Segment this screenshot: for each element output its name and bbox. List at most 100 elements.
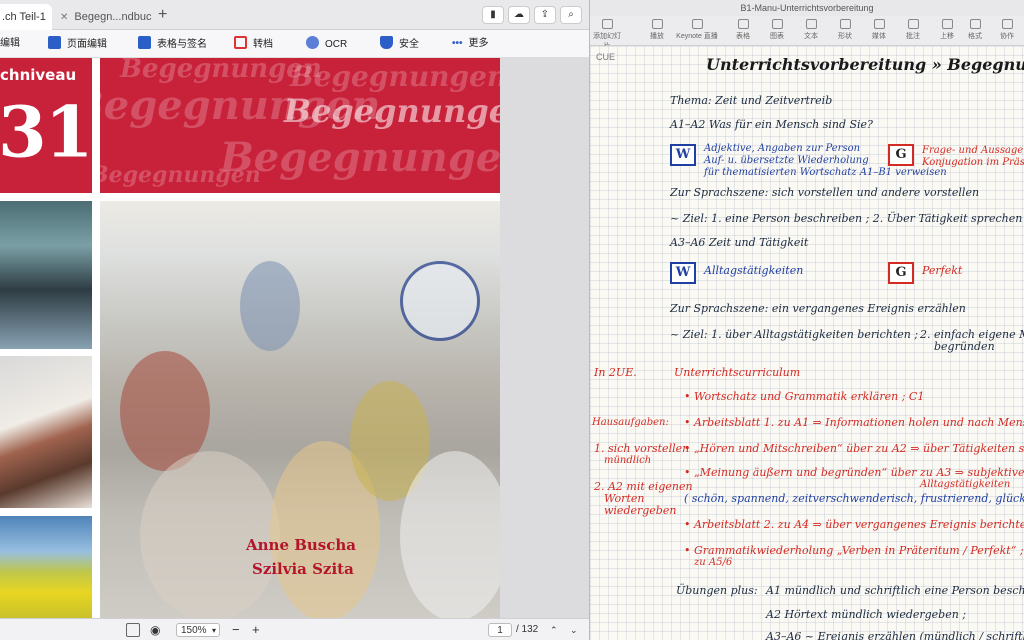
chevron-down-icon: ▾ [211, 626, 216, 635]
page-edit-label: 页面编辑 [67, 39, 107, 50]
play-button[interactable]: 播放 [640, 16, 674, 46]
notes-line: ~ Ziel: 1. eine Person beschreiben ; 2. … [670, 212, 1023, 225]
checkbox-icon [138, 36, 151, 49]
text-icon [805, 19, 817, 29]
notes-line: Alltagstätigkeiten [704, 264, 804, 277]
cover-title-banner: Begegnungen Begegnungen Begegnungen Bege… [100, 58, 500, 193]
edit-button[interactable]: 编辑 [0, 36, 20, 52]
page-edit-button[interactable]: 页面编辑 [48, 36, 107, 52]
pharmacy-sign [400, 261, 480, 341]
notes-line: für thematisierten Wortschatz A1–B1 verw… [704, 167, 947, 178]
tab-bar: .ch Teil-1 ✕ Begegn...ndbuch + ▮ ☁ ⇪ ⌕ [0, 0, 589, 30]
notes-line: Unterrichtscurriculum [674, 366, 801, 379]
notes-line: • Wortschatz und Grammatik erklären ; C1 [684, 390, 925, 403]
add-slide-button[interactable]: 添加幻灯片 [590, 16, 624, 50]
tab-close-icon[interactable]: ✕ [60, 12, 68, 23]
notes-line: zu A5/6 [694, 557, 733, 568]
live-label: Keynote 直播 [676, 33, 718, 40]
collapse-icon[interactable]: ⌃ [550, 623, 558, 637]
table-label: 表格 [736, 33, 750, 40]
cloud-icon[interactable]: ☁ [508, 6, 530, 24]
chart-button[interactable]: 图表 [760, 16, 794, 46]
collaborate-button[interactable]: 协作 [990, 16, 1024, 46]
media-button[interactable]: 媒体 [862, 16, 896, 46]
notes-line: In 2UE. [594, 366, 637, 379]
play-label: 播放 [650, 33, 664, 40]
collaborate-icon [1001, 19, 1013, 29]
convert-button[interactable]: 转档 [234, 36, 273, 52]
shield-icon [380, 36, 393, 49]
search-icon[interactable]: ⌕ [560, 6, 582, 24]
zoom-value: 150% [181, 625, 207, 636]
chart-label: 图表 [770, 33, 784, 40]
table-button[interactable]: 表格 [726, 16, 760, 46]
format-label: 格式 [968, 33, 982, 40]
page-total: / 132 [516, 624, 539, 635]
tab-document-2[interactable]: ✕ Begegn...ndbuch [52, 4, 152, 30]
edit-label: 编辑 [0, 38, 20, 49]
expand-icon[interactable]: ⌄ [570, 623, 578, 637]
notes-line: begründen [934, 340, 995, 353]
author-1: Anne Buscha [246, 536, 357, 554]
tab-document-1[interactable]: .ch Teil-1 [0, 4, 52, 30]
cover-photo-street [100, 201, 500, 618]
live-button[interactable]: Keynote 直播 [674, 16, 720, 46]
watermark-text: Begegnungen [290, 60, 500, 93]
live-icon [691, 19, 703, 29]
eye-icon[interactable]: ◉ [150, 623, 160, 637]
convert-icon [234, 36, 247, 49]
table-icon [737, 19, 749, 29]
notes-line: Konjugation im Präs. [922, 157, 1024, 168]
notes-line: mündlich [604, 455, 652, 466]
page-edit-icon [48, 36, 61, 49]
share-icon[interactable]: ⇪ [534, 6, 556, 24]
page-number-input[interactable]: 1 [488, 623, 512, 637]
person-shape [240, 261, 300, 351]
page-gutter [500, 58, 589, 618]
level-badge: 31+ [0, 86, 118, 167]
comment-button[interactable]: 批注 [896, 16, 930, 46]
author-2: Szilvia Szita [252, 560, 354, 578]
ellipsis-icon: ••• [452, 38, 463, 49]
shape-icon [839, 19, 851, 29]
notes-line: • Grammatikwiederholung „Verben in Präte… [684, 544, 1024, 557]
security-button[interactable]: 安全 [380, 36, 419, 52]
more-button[interactable]: ••• 更多 [452, 36, 489, 52]
sidebar-toggle-icon[interactable] [126, 623, 140, 637]
media-icon [873, 19, 885, 29]
zoom-out-button[interactable]: − [232, 623, 240, 637]
zoom-in-button[interactable]: + [252, 623, 260, 637]
move-up-icon [941, 19, 953, 29]
document-viewport[interactable]: chniveau 31+ Begegnungen Begegnungen Beg… [0, 58, 589, 618]
play-icon [651, 19, 663, 29]
notes-line: Zur Sprachszene: ein vergangenes Ereigni… [670, 302, 966, 315]
notes-line: wiedergeben [604, 504, 677, 517]
window-title: B1-Manu-Unterrichtsvorbereitung [740, 3, 874, 13]
ocr-button[interactable]: OCR [306, 36, 347, 52]
zoom-select[interactable]: 150% ▾ [176, 623, 220, 637]
notes-line: Perfekt [922, 264, 963, 277]
comment-label: 批注 [906, 33, 920, 40]
chart-icon [771, 19, 783, 29]
shape-button[interactable]: 形状 [828, 16, 862, 46]
vocab-box: W [670, 144, 696, 166]
pdf-page: chniveau 31+ Begegnungen Begegnungen Beg… [0, 58, 500, 618]
notes-line: Hausaufgaben: [592, 417, 669, 428]
collaborate-label: 协作 [1000, 33, 1014, 40]
desktop: .ch Teil-1 ✕ Begegn...ndbuch + ▮ ☁ ⇪ ⌕ 编辑… [0, 0, 1024, 640]
forms-sign-button[interactable]: 表格与签名 [138, 36, 207, 52]
notes-line: ( schön, spannend, zeitverschwenderisch,… [684, 492, 1024, 505]
slide-canvas[interactable]: CUE Unterrichtsvorbereitung » Begegnunge… [590, 46, 1024, 640]
new-tab-button[interactable]: + [158, 6, 167, 24]
add-slide-icon [601, 19, 613, 29]
text-button[interactable]: 文本 [794, 16, 828, 46]
tab-label: Begegn...ndbuch [74, 11, 152, 23]
notes-line: • „Hören und Mitschreiben“ über zu A2 ⇒ … [684, 442, 1024, 455]
keynote-window: B1-Manu-Unterrichtsvorbereitung 添加幻灯片 播放… [590, 0, 1024, 640]
format-button[interactable]: 格式 [958, 16, 992, 46]
media-label: 媒体 [872, 33, 886, 40]
pdf-toolbar: 编辑 页面编辑 表格与签名 转档 OCR 安全 ••• 更多 [0, 30, 589, 58]
notes-line: Zur Sprachszene: sich vorstellen und and… [670, 186, 980, 199]
comment-icon [907, 19, 919, 29]
lock-icon[interactable]: ▮ [482, 6, 504, 24]
